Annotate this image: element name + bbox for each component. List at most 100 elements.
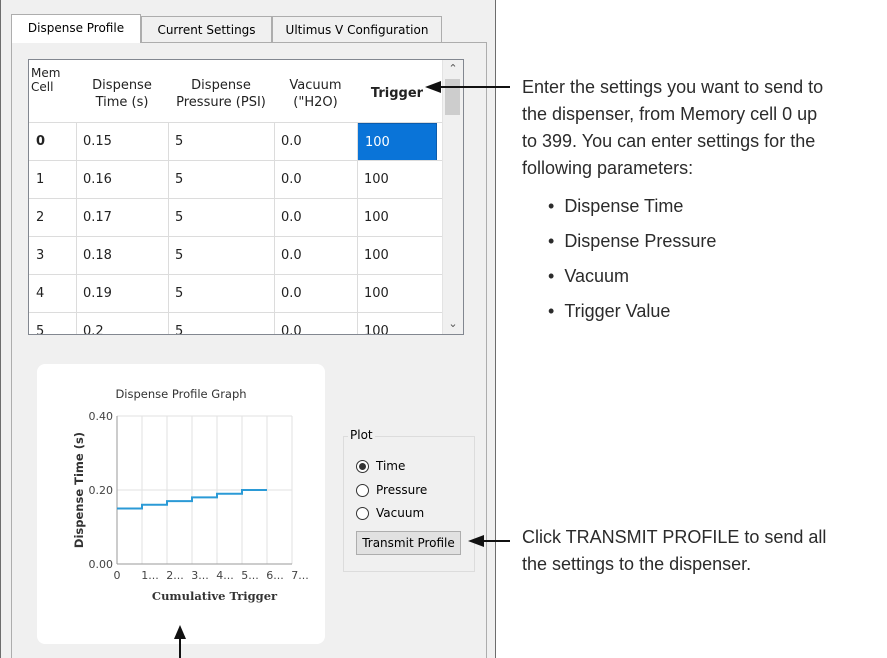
mem-cell-index: 3	[36, 248, 45, 263]
table-cell[interactable]: 0.19	[76, 275, 168, 313]
header-mem-line1: Mem	[31, 66, 61, 80]
plot-group: Plot Time Pressure Vacuum Transmit Profi…	[343, 428, 475, 572]
table-cell[interactable]: 100	[357, 199, 437, 237]
table-cell[interactable]: 0.0	[274, 237, 357, 275]
parameter-label: Vacuum	[564, 266, 630, 286]
table-cell[interactable]: 0.18	[76, 237, 168, 275]
header-vacuum-l1: Vacuum	[289, 78, 342, 93]
parameter-item: • Vacuum	[548, 267, 716, 286]
table-cell[interactable]: 0.0	[274, 161, 357, 199]
profile-table[interactable]: Mem Cell Dispense Time (s) Dispense Pressur…	[28, 59, 464, 335]
table-cell[interactable]: 100	[357, 313, 437, 334]
table-cell[interactable]: 5	[168, 313, 274, 334]
dispense-profile-chart: Dispense Profile Graph 0.00 0.20 0.40 0 1... 2…	[37, 364, 325, 644]
header-dispense-pressure[interactable]: Dispense Pressure (PSI)	[168, 77, 274, 111]
callout-arrow-line-top	[434, 86, 510, 88]
header-vacuum[interactable]: Vacuum ("H2O)	[274, 77, 357, 111]
callout-arrow-up-icon	[174, 625, 186, 658]
header-dispense-time-l2: Time (s)	[95, 95, 149, 110]
x-tick-label: 7...	[291, 569, 309, 582]
header-mem-cell[interactable]: Mem Cell	[29, 66, 78, 94]
bullet-icon: •	[548, 301, 565, 321]
transmit-instructions: Click TRANSMIT PROFILE to send all the s…	[522, 524, 826, 578]
table-cell[interactable]: 5	[168, 199, 274, 237]
parameter-list: • Dispense Time • Dispense Pressure • Va…	[548, 197, 716, 321]
instruction-line-4: following parameters:	[522, 158, 694, 178]
mem-cell-index: 0	[36, 134, 46, 149]
plot-group-label: Plot	[348, 428, 375, 442]
header-dispense-pressure-l1: Dispense	[191, 78, 251, 93]
radio-pressure-label: Pressure	[376, 483, 428, 497]
column-divider	[76, 123, 77, 334]
tab-ultimus-configuration[interactable]: Ultimus V Configuration	[272, 16, 442, 42]
bullet-icon: •	[548, 266, 565, 286]
x-tick-label: 3...	[191, 569, 209, 582]
table-cell[interactable]: 0.15	[76, 123, 168, 161]
table-cell[interactable]: 5	[168, 237, 274, 275]
header-dispense-time[interactable]: Dispense Time (s)	[76, 77, 168, 111]
table-cell[interactable]: 5	[168, 123, 274, 161]
table-cell[interactable]: 5	[168, 275, 274, 313]
radio-time[interactable]: Time	[356, 457, 405, 475]
radio-vacuum-label: Vacuum	[376, 506, 425, 520]
column-divider	[168, 123, 169, 334]
parameter-label: Dispense Pressure	[564, 231, 717, 251]
parameter-item: • Dispense Pressure	[548, 232, 716, 251]
y-tick-label: 0.00	[89, 558, 114, 571]
tab-dispense-profile[interactable]: Dispense Profile	[11, 14, 141, 43]
x-tick-label: 5...	[241, 569, 259, 582]
radio-pressure-indicator[interactable]	[356, 484, 369, 497]
x-tick-label: 1...	[141, 569, 159, 582]
radio-time-label: Time	[376, 459, 406, 473]
radio-time-selected-dot	[359, 463, 366, 470]
table-cell[interactable]: 0.0	[274, 123, 357, 161]
bullet-icon: •	[548, 231, 565, 251]
header-dispense-time-l1: Dispense	[92, 78, 152, 93]
callout-arrowhead-top-icon	[425, 81, 441, 93]
table-cell[interactable]: 0.0	[274, 199, 357, 237]
transmit-profile-button[interactable]: Transmit Profile	[356, 531, 461, 555]
parameter-label: Trigger Value	[564, 301, 671, 321]
transmit-line-1: Click TRANSMIT PROFILE to send all	[522, 527, 827, 547]
mem-cell-index: 4	[36, 286, 45, 301]
scroll-up-arrow-icon[interactable]: ⌃	[443, 60, 463, 77]
settings-instructions: Enter the settings you want to send to t…	[522, 74, 823, 182]
table-cell[interactable]: 5	[168, 161, 274, 199]
scrollbar-thumb[interactable]	[445, 79, 460, 115]
scroll-down-arrow-icon[interactable]: ⌄	[443, 315, 463, 332]
mem-cell-index: 1	[36, 172, 45, 187]
mem-cell-index: 2	[36, 210, 45, 225]
y-tick-label: 0.40	[89, 410, 114, 423]
transmit-line-2: the settings to the dispenser.	[522, 554, 752, 574]
table-cell[interactable]: 0.17	[76, 199, 168, 237]
x-tick-label: 4...	[216, 569, 234, 582]
callout-arrowhead-bottom-icon	[468, 535, 484, 547]
y-axis-label: Dispense Time (s)	[72, 432, 86, 548]
y-tick-label: 0.20	[89, 484, 114, 497]
x-tick-label: 0	[114, 569, 121, 582]
parameter-label: Dispense Time	[564, 196, 684, 216]
vertical-scrollbar[interactable]: ⌃ ⌄	[442, 60, 463, 334]
x-tick-label: 6...	[266, 569, 284, 582]
table-cell[interactable]: 0.0	[274, 313, 357, 334]
table-cell[interactable]: 100	[357, 275, 437, 313]
table-cell[interactable]: 100	[357, 123, 437, 161]
table-cell[interactable]: 0.0	[274, 275, 357, 313]
radio-time-indicator[interactable]	[356, 460, 369, 473]
radio-pressure[interactable]: Pressure	[356, 481, 427, 499]
header-vacuum-l2: ("H2O)	[293, 95, 338, 110]
x-tick-label: 2...	[166, 569, 184, 582]
tab-current-settings[interactable]: Current Settings	[141, 16, 272, 42]
chart-title: Dispense Profile Graph	[115, 387, 246, 401]
table-cell[interactable]: 100	[357, 161, 437, 199]
radio-vacuum[interactable]: Vacuum	[356, 504, 424, 522]
instruction-line-1: Enter the settings you want to send to	[522, 77, 824, 97]
bullet-icon: •	[548, 196, 565, 216]
column-divider	[274, 123, 275, 334]
parameter-item: • Trigger Value	[548, 302, 716, 321]
radio-vacuum-indicator[interactable]	[356, 507, 369, 520]
table-cell[interactable]: 0.2	[76, 313, 168, 334]
table-cell[interactable]: 100	[357, 237, 437, 275]
table-cell[interactable]: 0.16	[76, 161, 168, 199]
mem-cell-index: 5	[36, 324, 45, 335]
